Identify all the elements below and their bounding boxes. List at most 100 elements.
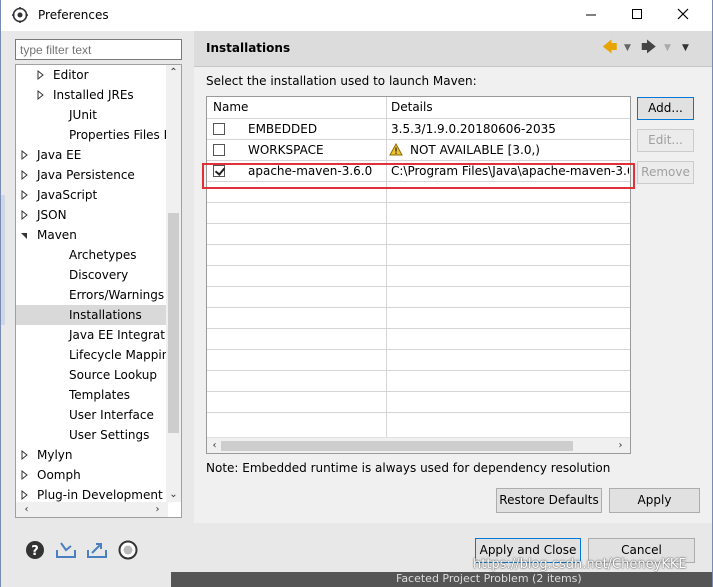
tree-item[interactable]: Source Lookup [16, 365, 168, 385]
tree-item[interactable]: JavaScript [16, 185, 168, 205]
close-window-button[interactable] [672, 5, 694, 25]
back-arrow-icon[interactable]: 🡄 [602, 37, 618, 62]
edit-button[interactable]: Edit... [637, 129, 694, 152]
expanded-arrow-icon[interactable] [20, 225, 30, 245]
add-button[interactable]: Add... [637, 97, 694, 120]
remove-button[interactable]: Remove [637, 161, 694, 184]
tree-item[interactable]: JUnit [16, 105, 168, 125]
scroll-down-icon[interactable]: ⌄ [166, 487, 181, 502]
tree-item-label: Properties Files Editor [69, 128, 168, 142]
tree-item[interactable]: Java EE Integration [16, 325, 168, 345]
installation-name: EMBEDDED [248, 122, 318, 136]
row-checkbox[interactable] [213, 123, 225, 135]
table-scroll-thumb[interactable] [221, 441, 573, 451]
eclipse-gear-icon [12, 7, 28, 23]
collapsed-arrow-icon[interactable] [36, 65, 46, 85]
installation-name: apache-maven-3.6.0 [248, 164, 373, 178]
collapsed-arrow-icon[interactable] [36, 85, 46, 105]
table-horizontal-scrollbar[interactable]: ‹ › [207, 437, 630, 453]
background-problem-text: Faceted Project Problem (2 items) [396, 572, 582, 585]
tree-item[interactable]: Maven [16, 225, 168, 245]
tree-item[interactable]: JSON [16, 205, 168, 225]
tree-item-label: Editor [53, 68, 89, 82]
tree-item-label: User Settings [69, 428, 150, 442]
column-header-details[interactable]: Details [391, 100, 433, 114]
scroll-left-icon[interactable]: ‹ [19, 502, 34, 517]
tree-item-label: Oomph [37, 468, 81, 482]
forward-dropdown-icon[interactable]: ▼ [664, 43, 671, 53]
installation-details: NOT AVAILABLE [3.0,) [410, 143, 540, 157]
maximize-button[interactable] [626, 5, 648, 25]
row-checkbox[interactable] [213, 144, 225, 156]
maximize-icon [632, 9, 642, 19]
tree-item[interactable]: Java Persistence [16, 165, 168, 185]
table-scroll-left-icon[interactable]: ‹ [207, 438, 222, 453]
tree-item[interactable]: Lifecycle Mappings [16, 345, 168, 365]
tree-item-label: Lifecycle Mappings [69, 348, 168, 362]
empty-table-row [207, 266, 630, 287]
import-icon[interactable] [55, 540, 77, 563]
tree-item[interactable]: Errors/Warnings [16, 285, 168, 305]
tree-horizontal-scrollbar[interactable]: ‹ › [16, 502, 168, 517]
embedded-note: Note: Embedded runtime is always used fo… [206, 461, 611, 475]
help-icon[interactable]: ? [25, 540, 45, 563]
tree-item-label: Java EE Integration [69, 328, 168, 342]
tree-item[interactable]: Installed JREs [16, 85, 168, 105]
empty-table-row [207, 392, 630, 413]
tree-item[interactable]: User Interface [16, 405, 168, 425]
tree-item-label: JSON [37, 208, 67, 222]
tree-item-label: Source Lookup [69, 368, 157, 382]
installation-details: C:\Program Files\Java\apache-maven-3.6.0 [391, 164, 629, 178]
watermark-text: https://blog.csdn.net/CheneyKKE [473, 557, 687, 572]
svg-text:?: ? [31, 544, 39, 559]
tree-item[interactable]: Editor [16, 65, 168, 85]
tree-item-label: JUnit [69, 108, 97, 122]
tree-item[interactable]: Archetypes [16, 245, 168, 265]
tree-item-label: User Interface [69, 408, 154, 422]
collapsed-arrow-icon[interactable] [20, 445, 30, 465]
collapsed-arrow-icon[interactable] [20, 185, 30, 205]
tree-item[interactable]: Installations [16, 305, 168, 325]
scroll-thumb[interactable] [168, 213, 179, 433]
collapsed-arrow-icon[interactable] [20, 205, 30, 225]
export-icon[interactable] [86, 540, 108, 563]
oomph-icon[interactable] [118, 540, 138, 563]
back-dropdown-icon[interactable]: ▼ [624, 43, 631, 53]
forward-arrow-icon[interactable]: 🡆 [641, 37, 657, 62]
close-icon [677, 8, 689, 20]
table-header: Name Details [207, 97, 630, 119]
restore-defaults-button[interactable]: Restore Defaults [496, 488, 602, 513]
installation-details: 3.5.3/1.9.0.20180606-2035 [391, 122, 556, 136]
table-row[interactable]: EMBEDDED 3.5.3/1.9.0.20180606-2035 [207, 119, 630, 140]
tree-item-label: Templates [69, 388, 131, 402]
table-scroll-right-icon[interactable]: › [613, 438, 628, 453]
empty-table-row [207, 287, 630, 308]
collapsed-arrow-icon[interactable] [20, 165, 30, 185]
column-header-name[interactable]: Name [213, 100, 248, 114]
tree-item[interactable]: Templates [16, 385, 168, 405]
filter-input[interactable] [15, 39, 182, 60]
tree-item[interactable]: User Settings [16, 425, 168, 445]
preference-tree: Editor Installed JREs JUnit Properties File… [15, 64, 182, 518]
scroll-up-icon[interactable]: ⌃ [166, 65, 181, 80]
tree-item[interactable]: Oomph [16, 465, 168, 485]
row-checkbox[interactable] [213, 165, 225, 177]
tree-item[interactable]: Java EE [16, 145, 168, 165]
collapsed-arrow-icon[interactable] [20, 145, 30, 165]
tree-vertical-scrollbar[interactable]: ⌃ ⌄ [166, 65, 181, 502]
tree-item[interactable]: Properties Files Editor [16, 125, 168, 145]
tree-item[interactable]: Discovery [16, 265, 168, 285]
view-menu-icon[interactable]: ▼ [682, 43, 689, 53]
collapsed-arrow-icon[interactable] [20, 465, 30, 485]
scroll-right-icon[interactable]: › [150, 502, 165, 517]
title-bar: Preferences [1, 0, 712, 31]
minimize-icon [586, 14, 596, 16]
apply-button[interactable]: Apply [609, 488, 700, 513]
table-row[interactable]: apache-maven-3.6.0 C:\Program Files\Java\… [207, 161, 630, 182]
table-row[interactable]: WORKSPACE NOT AVAILABLE [3.0,) [207, 140, 630, 161]
tree-item[interactable]: Mylyn [16, 445, 168, 465]
installation-name: WORKSPACE [248, 143, 324, 157]
minimize-button[interactable] [580, 5, 602, 25]
tree-item-label: Installed JREs [53, 88, 134, 102]
empty-table-row [207, 182, 630, 203]
